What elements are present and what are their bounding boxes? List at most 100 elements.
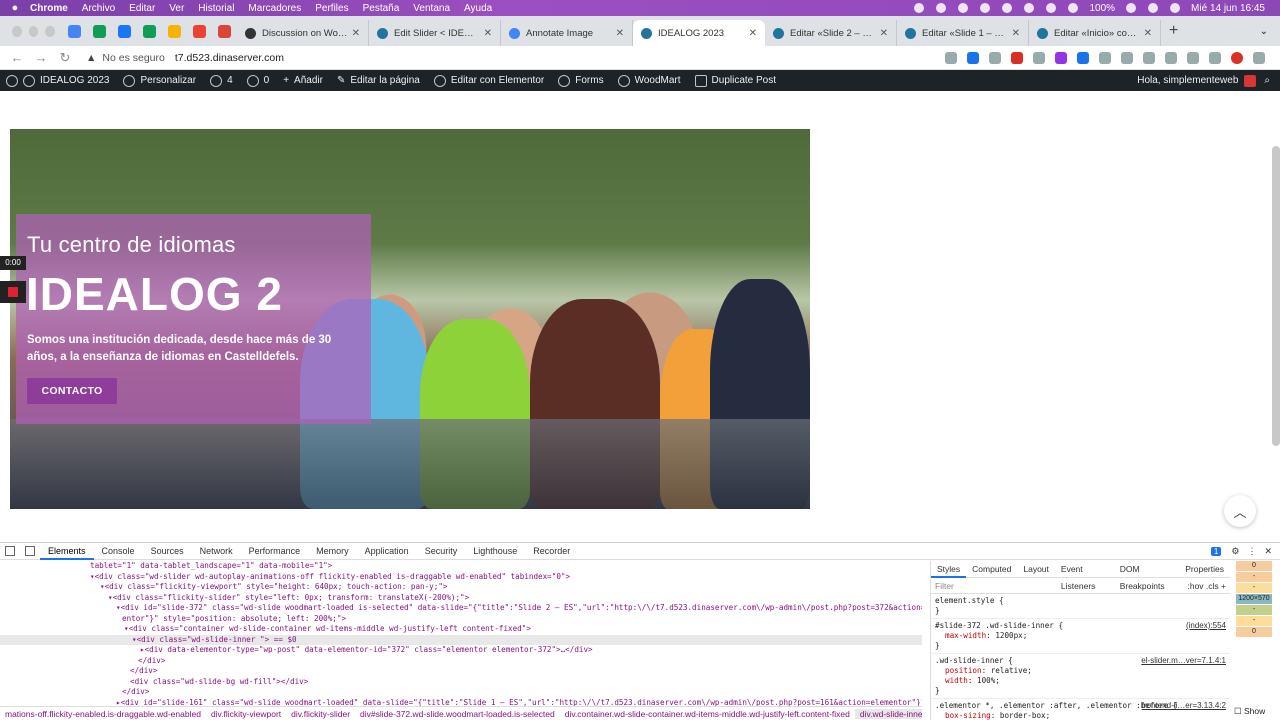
- menu-editar[interactable]: Editar: [129, 3, 155, 14]
- pinned-tab-icon[interactable]: [168, 24, 181, 38]
- breadcrumb-item[interactable]: div.flickity-slider: [286, 709, 355, 719]
- wp-customize[interactable]: Personalizar: [123, 74, 196, 87]
- css-source-link[interactable]: frontend-li…er=3.13.4:2: [1142, 701, 1226, 711]
- hero-slider[interactable]: Tu centro de idiomas IDEALOG 2 Somos una…: [10, 129, 810, 509]
- kebab-menu-icon[interactable]: ⋮: [1247, 546, 1256, 557]
- wp-new[interactable]: + Añadir: [283, 75, 323, 86]
- menubar-clock[interactable]: Mié 14 jun 16:45: [1191, 3, 1265, 14]
- tab-performance[interactable]: Performance: [241, 543, 309, 560]
- gear-icon[interactable]: ⚙: [1231, 546, 1239, 557]
- menu-perfiles[interactable]: Perfiles: [315, 3, 348, 14]
- dom-node-selected[interactable]: ▾<div class="wd-slide-inner "> == $0: [0, 634, 922, 645]
- wifi-icon[interactable]: [1148, 3, 1159, 13]
- browser-tab[interactable]: Editar «Slide 1 – ES» co ✕: [897, 20, 1029, 46]
- css-property[interactable]: position: [935, 666, 982, 675]
- breadcrumb-item[interactable]: div#slide-372.wd-slide.woodmart-loaded.i…: [355, 709, 560, 719]
- extension-icon[interactable]: [1055, 51, 1067, 64]
- issues-badge[interactable]: 1: [1210, 546, 1222, 556]
- profile-avatar[interactable]: [1231, 51, 1243, 64]
- dom-node[interactable]: ▾<div class="container wd-slide-containe…: [0, 624, 922, 635]
- dom-node[interactable]: </div>: [0, 687, 922, 698]
- breadcrumb-item[interactable]: div.flickity-viewport: [206, 709, 286, 719]
- tab-properties[interactable]: Properties: [1179, 561, 1230, 578]
- dom-node[interactable]: ▸<div data-elementor-type="wp-post" data…: [0, 645, 922, 656]
- status-app-icon[interactable]: [1024, 3, 1035, 13]
- minimize-window-button[interactable]: [28, 25, 39, 37]
- browser-tab[interactable]: Discussion on WoodMa ✕: [237, 20, 369, 46]
- css-source-link[interactable]: el-slider.m…ver=7.1.4:1: [1141, 656, 1226, 666]
- url-input[interactable]: t7.d523.dinaserver.com: [175, 52, 284, 64]
- breadcrumb-item[interactable]: div.wd-slide-inner.: [854, 709, 922, 719]
- menu-ventana[interactable]: Ventana: [413, 3, 450, 14]
- zoom-window-button[interactable]: [45, 25, 56, 37]
- dom-node[interactable]: tablet="1" data-tablet_landscape="1" dat…: [0, 561, 922, 572]
- browser-tab[interactable]: Annotate Image ✕: [501, 20, 633, 46]
- apple-icon[interactable]: ●: [0, 2, 30, 14]
- close-tab-icon[interactable]: ✕: [352, 28, 360, 39]
- battery-percent[interactable]: 100%: [1089, 3, 1115, 14]
- extension-icon[interactable]: [1143, 51, 1155, 64]
- search-icon[interactable]: ⌕: [1264, 75, 1270, 86]
- extension-icon[interactable]: [1165, 51, 1177, 64]
- status-app-icon[interactable]: [1002, 3, 1013, 13]
- status-app-icon[interactable]: [936, 3, 947, 13]
- forward-icon[interactable]: →: [34, 50, 48, 65]
- css-value[interactable]: relative;: [991, 666, 1032, 675]
- css-value[interactable]: 1200px;: [995, 631, 1027, 640]
- dom-node[interactable]: ▾<div id="slide-372" class="wd-slide woo…: [0, 603, 922, 614]
- wp-updates[interactable]: 4: [210, 74, 233, 87]
- dom-node[interactable]: ▸<div id="slide-161" class="wd-slide woo…: [0, 698, 922, 707]
- dom-node[interactable]: ▾<div class="wd-slider wd-autoplay-anima…: [0, 572, 922, 583]
- close-tab-icon[interactable]: ✕: [484, 28, 492, 39]
- tab-computed[interactable]: Computed: [966, 561, 1017, 578]
- wp-edit-page[interactable]: ✎ Editar la página: [337, 75, 420, 86]
- pinned-tab-icon[interactable]: [218, 24, 231, 38]
- reload-icon[interactable]: ↻: [58, 50, 72, 66]
- dom-tree[interactable]: tablet="1" data-tablet_landscape="1" dat…: [0, 561, 922, 706]
- wp-forms[interactable]: Forms: [558, 74, 604, 87]
- dom-node[interactable]: entor"}" style="position: absolute; left…: [0, 614, 922, 625]
- css-rule[interactable]: .wd-slide-inner { el-slider.m…ver=7.1.4:…: [931, 654, 1230, 699]
- dom-node[interactable]: <div class="wd-slide-bg wd-fill"></div>: [0, 677, 922, 688]
- tab-elements[interactable]: Elements: [40, 543, 94, 560]
- css-source-link[interactable]: (index):554: [1186, 621, 1226, 631]
- tab-security[interactable]: Security: [417, 543, 466, 560]
- close-tab-icon[interactable]: ✕: [749, 28, 757, 39]
- share-icon[interactable]: [945, 51, 957, 64]
- css-property[interactable]: max-width: [935, 631, 986, 640]
- close-tab-icon[interactable]: ✕: [880, 28, 888, 39]
- status-app-icon[interactable]: [1046, 3, 1057, 13]
- pinned-tab-icon[interactable]: [143, 24, 156, 38]
- extension-icon[interactable]: [1077, 51, 1089, 64]
- browser-tab[interactable]: Editar «Slide 2 – ES» co ✕: [765, 20, 897, 46]
- extensions-puzzle-icon[interactable]: [1187, 51, 1199, 64]
- menu-ver[interactable]: Ver: [169, 3, 184, 14]
- css-property[interactable]: box-sizing: [935, 711, 991, 720]
- extension-icon[interactable]: [1099, 51, 1111, 64]
- tab-application[interactable]: Application: [357, 543, 417, 560]
- extension-icon[interactable]: [1121, 51, 1133, 64]
- wordpress-logo-icon[interactable]: [6, 74, 18, 87]
- tab-recorder[interactable]: Recorder: [525, 543, 578, 560]
- page-scrollbar[interactable]: [1272, 146, 1280, 446]
- device-toolbar-icon[interactable]: [25, 546, 35, 556]
- menu-pestana[interactable]: Pestaña: [363, 3, 400, 14]
- tab-dom-breakpoints[interactable]: DOM Breakpoints: [1114, 561, 1180, 591]
- status-app-icon[interactable]: [980, 3, 991, 13]
- wp-account[interactable]: Hola, simplementeweb ⌕: [1137, 74, 1280, 87]
- breadcrumb-item[interactable]: mations-off.flickity-enabled.is-draggabl…: [0, 709, 206, 719]
- tab-search-icon[interactable]: ⌄: [1260, 26, 1268, 37]
- tab-layout[interactable]: Layout: [1017, 561, 1055, 578]
- kebab-menu-icon[interactable]: [1253, 51, 1265, 64]
- inspect-element-icon[interactable]: [5, 546, 15, 556]
- control-center-icon[interactable]: [1170, 3, 1181, 13]
- contact-button[interactable]: CONTACTO: [27, 378, 117, 404]
- tab-event-listeners[interactable]: Event Listeners: [1055, 561, 1114, 591]
- extension-icon[interactable]: [1033, 51, 1045, 64]
- pinned-tab-icon[interactable]: [118, 24, 131, 38]
- scroll-to-top-button[interactable]: ︿: [1224, 495, 1256, 527]
- tab-styles[interactable]: Styles: [931, 561, 967, 578]
- filter-input[interactable]: Filter: [935, 581, 954, 591]
- close-window-button[interactable]: [12, 25, 22, 37]
- close-tab-icon[interactable]: ✕: [1012, 28, 1020, 39]
